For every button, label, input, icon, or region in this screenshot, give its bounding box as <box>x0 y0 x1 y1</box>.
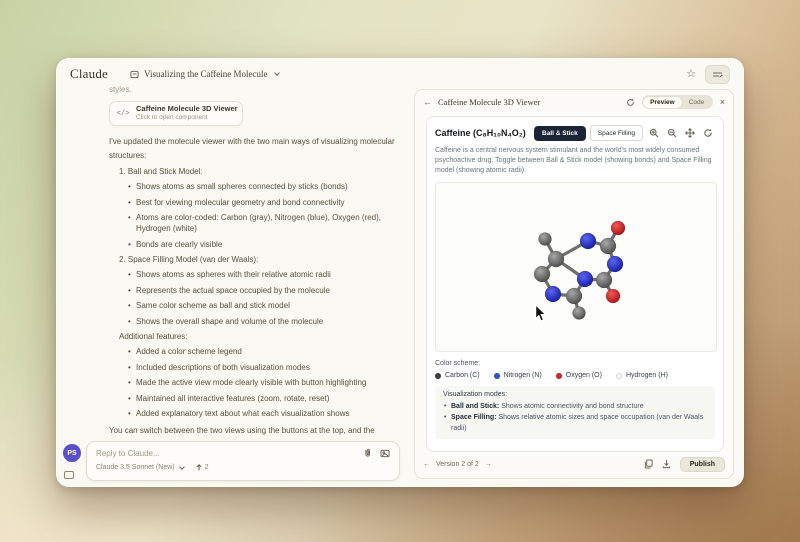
legend-color-dot <box>494 373 500 379</box>
section-title: 1. Ball and Stick Model: <box>119 166 407 178</box>
chat-column: styles. </> Caffeine Molecule 3D Viewer … <box>109 85 407 452</box>
artifact-panel: ← Caffeine Molecule 3D Viewer Preview Co… <box>414 89 734 479</box>
list-item: Bonds are clearly visible <box>136 239 407 250</box>
publish-button[interactable]: Publish <box>680 457 725 472</box>
model-selector[interactable]: Claude 3.5 Sonnet (New) <box>96 464 175 471</box>
version-label: Version 2 of 2 <box>436 461 479 468</box>
reply-input[interactable]: Reply to Claude... <box>96 449 160 458</box>
reset-icon <box>703 128 713 138</box>
list-item: Represents the actual space occupied by … <box>136 285 407 296</box>
cursor-icon <box>534 305 548 322</box>
legend-title: Color scheme: <box>435 360 715 367</box>
section-title: Additional features: <box>119 331 407 343</box>
chevron-down-icon <box>274 70 280 76</box>
code-icon: </> <box>110 110 136 118</box>
close-icon[interactable]: × <box>720 97 725 107</box>
star-icon[interactable]: ☆ <box>686 69 696 80</box>
image-capture-icon[interactable] <box>380 449 390 458</box>
panel-toggle-button[interactable] <box>705 65 730 84</box>
list-item: Shows the overall shape and volume of th… <box>136 316 407 327</box>
reset-view-button[interactable] <box>701 127 715 140</box>
chevron-down-icon <box>179 464 185 470</box>
legend-item: Oxygen (O) <box>556 372 602 379</box>
artifact-panel-title: Caffeine Molecule 3D Viewer <box>438 97 540 107</box>
chat-title-menu[interactable]: Visualizing the Caffeine Molecule <box>130 69 279 79</box>
list-item: Added a color scheme legend <box>136 346 407 357</box>
legend-item: Nitrogen (N) <box>494 372 542 379</box>
assistant-message-sections: 1. Ball and Stick Model: Shows atoms as s… <box>109 166 407 419</box>
space-filling-button[interactable]: Space Filling <box>590 125 643 141</box>
chat-icon <box>130 70 139 79</box>
zoom-out-button[interactable] <box>665 127 679 140</box>
list-item: Shows atoms as spheres with their relati… <box>136 269 407 280</box>
tab-preview[interactable]: Preview <box>643 97 682 108</box>
chat-title: Visualizing the Caffeine Molecule <box>144 69 268 79</box>
mode-item: Space Filling: Shows relative atomic siz… <box>443 412 707 434</box>
list-item: Best for viewing molecular geometry and … <box>136 197 407 208</box>
move-button[interactable] <box>683 127 697 140</box>
zoom-in-icon <box>649 128 659 138</box>
refresh-icon[interactable] <box>626 98 635 107</box>
download-icon[interactable] <box>662 459 671 469</box>
list-item: Same color scheme as ball and stick mode… <box>136 300 407 311</box>
artifact-panel-footer: ← Version 2 of 2 → Publish <box>423 455 725 473</box>
legend-color-dot <box>556 373 562 379</box>
zoom-out-icon <box>667 128 677 138</box>
next-version-icon[interactable]: → <box>485 461 492 468</box>
upload-icon[interactable] <box>195 463 203 472</box>
paperclip-icon[interactable] <box>363 448 372 458</box>
modes-list: Ball and Stick: Shows atomic connectivit… <box>443 401 707 434</box>
screenshot-region-icon[interactable] <box>64 471 74 479</box>
artifact-card[interactable]: </> Caffeine Molecule 3D Viewer Click to… <box>109 101 243 126</box>
prev-version-icon[interactable]: ← <box>423 461 430 468</box>
move-icon <box>685 128 695 138</box>
legend-item: Carbon (C) <box>435 372 480 379</box>
list-item: Added explanatory text about what each v… <box>136 408 407 419</box>
preview-code-toggle: Preview Code <box>642 95 713 109</box>
artifact-card-subtitle: Click to open component <box>136 114 238 122</box>
claude-logo[interactable]: Claude <box>70 66 108 82</box>
back-arrow-icon[interactable]: ← <box>423 97 432 107</box>
previous-message-fragment: styles. <box>109 85 407 94</box>
ball-stick-button[interactable]: Ball & Stick <box>534 126 586 141</box>
molecule-description: Caffeine is a central nervous system sti… <box>435 146 717 176</box>
list-item: Made the active view mode clearly visibl… <box>136 377 407 388</box>
molecule-svg <box>436 183 717 352</box>
attachment-count: 2 <box>205 464 209 471</box>
list-item: Maintained all interactive features (zoo… <box>136 393 407 404</box>
copy-icon[interactable] <box>644 459 653 469</box>
app-window: Claude Visualizing the Caffeine Molecule… <box>56 58 744 487</box>
tab-code[interactable]: Code <box>682 97 712 108</box>
visualization-modes: Visualization modes: Ball and Stick: Sho… <box>435 386 715 439</box>
legend-color-dot <box>616 373 622 379</box>
legend-color-dot <box>435 373 441 379</box>
panel-toggle-icon <box>712 70 723 79</box>
molecule-viewer[interactable] <box>435 182 717 352</box>
modes-title: Visualization modes: <box>443 391 707 398</box>
reply-composer[interactable]: Reply to Claude... Claude 3.5 Sonnet (Ne… <box>86 441 400 481</box>
artifact-panel-header: ← Caffeine Molecule 3D Viewer Preview Co… <box>415 90 733 114</box>
legend-item: Hydrogen (H) <box>616 372 668 379</box>
list-item: Included descriptions of both visualizat… <box>136 362 407 373</box>
color-legend: Carbon (C) Nitrogen (N) Oxygen (O) Hydrogen… <box>435 372 715 379</box>
mode-item: Ball and Stick: Shows atomic connectivit… <box>443 401 707 412</box>
user-avatar[interactable]: PS <box>63 444 81 462</box>
list-item: Atoms are color-coded: Carbon (gray), Ni… <box>136 212 407 234</box>
molecule-title: Caffeine (C₈H₁₀N₄O₂) <box>435 128 526 138</box>
zoom-in-button[interactable] <box>647 127 661 140</box>
section-title: 2. Space Filling Model (van der Waals): <box>119 254 407 266</box>
artifact-content-card: Caffeine (C₈H₁₀N₄O₂) Ball & Stick Space … <box>426 116 724 452</box>
artifact-card-title: Caffeine Molecule 3D Viewer <box>136 104 238 114</box>
list-item: Shows atoms as small spheres connected b… <box>136 181 407 192</box>
assistant-message-intro: I've updated the molecule viewer with th… <box>109 135 407 163</box>
